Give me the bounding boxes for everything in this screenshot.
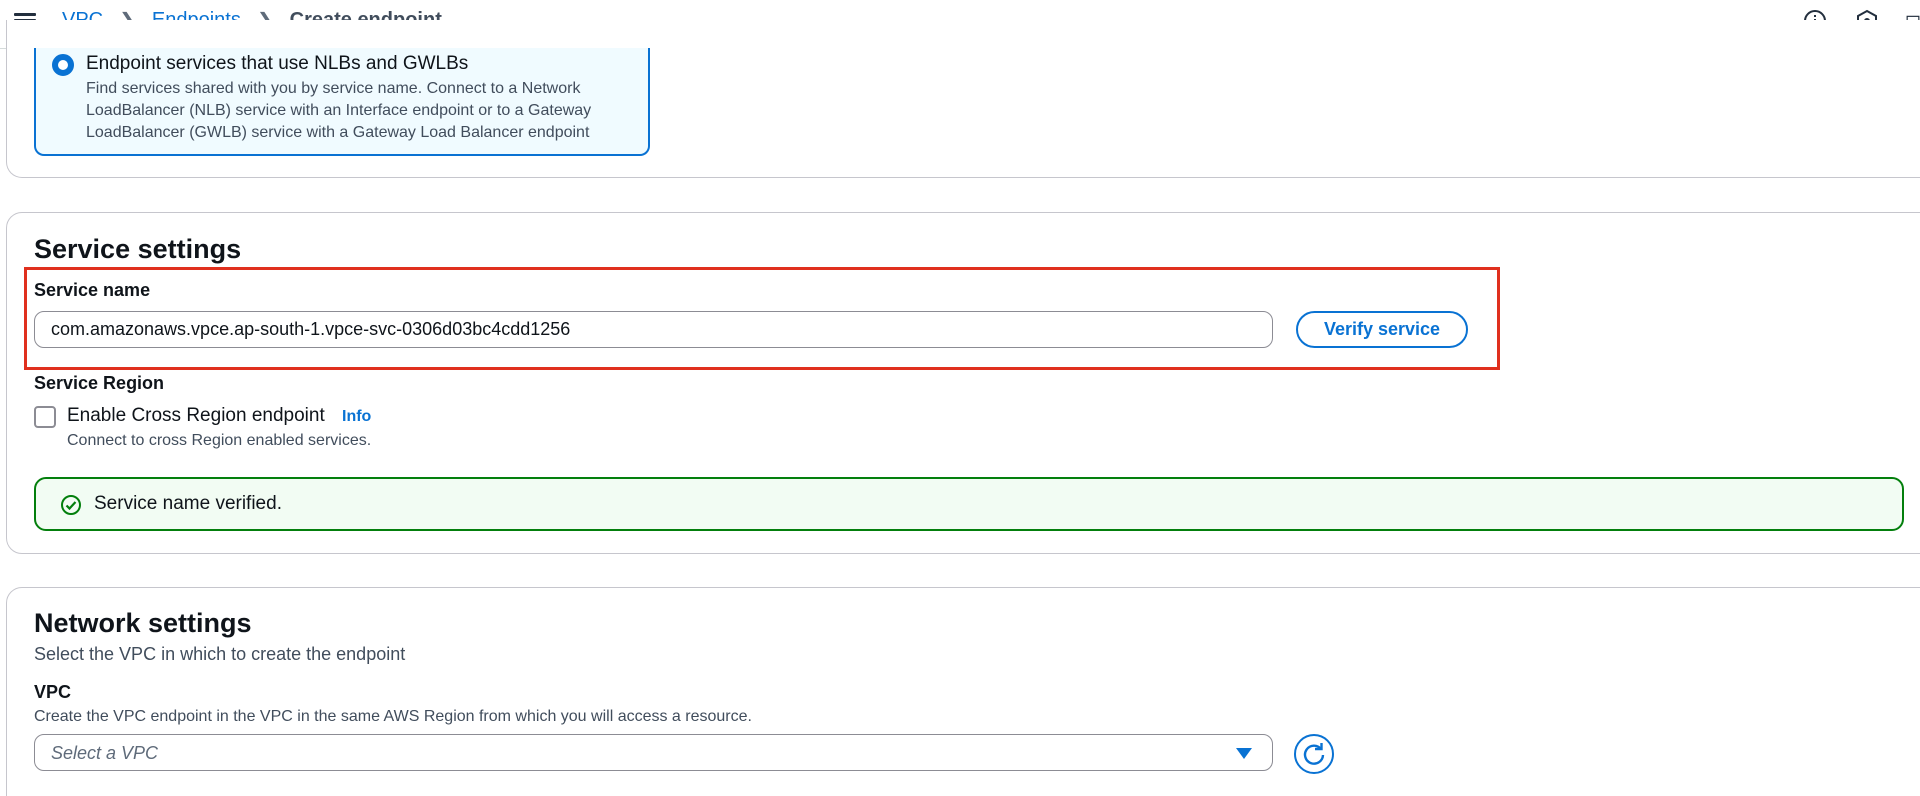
vpc-select-placeholder: Select a VPC [51,743,159,763]
network-settings-title: Network settings [34,608,252,638]
refresh-icon [1303,743,1325,765]
info-link[interactable]: Info [342,408,371,426]
success-alert: Service name verified. [34,477,1904,531]
success-message: Service name verified. [94,493,282,514]
service-name-input[interactable]: com.amazonaws.vpce.ap-south-1.vpce-svc-0… [34,311,1273,348]
option-title: Endpoint services that use NLBs and GWLB… [86,53,469,74]
cross-region-checkbox[interactable] [34,406,56,428]
refresh-button[interactable] [1294,734,1334,774]
option-nlb-gwlb[interactable]: Endpoint services that use NLBs and GWLB… [34,48,650,156]
vpc-description: Create the VPC endpoint in the VPC in th… [34,708,752,725]
cross-region-label: Enable Cross Region endpoint [67,405,325,426]
vpc-label: VPC [34,682,72,702]
service-name-label: Service name [34,280,151,300]
radio-selected[interactable] [52,54,74,76]
service-region-label: Service Region [34,373,165,393]
network-settings-subtitle: Select the VPC in which to create the en… [34,644,406,664]
service-settings-title: Service settings [34,234,242,264]
vpc-select[interactable]: Select a VPC [34,734,1273,771]
check-circle-icon [60,494,82,516]
cross-region-description: Connect to cross Region enabled services… [67,432,372,449]
option-description: Find services shared with you by service… [86,80,592,141]
caret-down-icon [1236,748,1252,759]
verify-service-button[interactable]: Verify service [1296,311,1468,348]
